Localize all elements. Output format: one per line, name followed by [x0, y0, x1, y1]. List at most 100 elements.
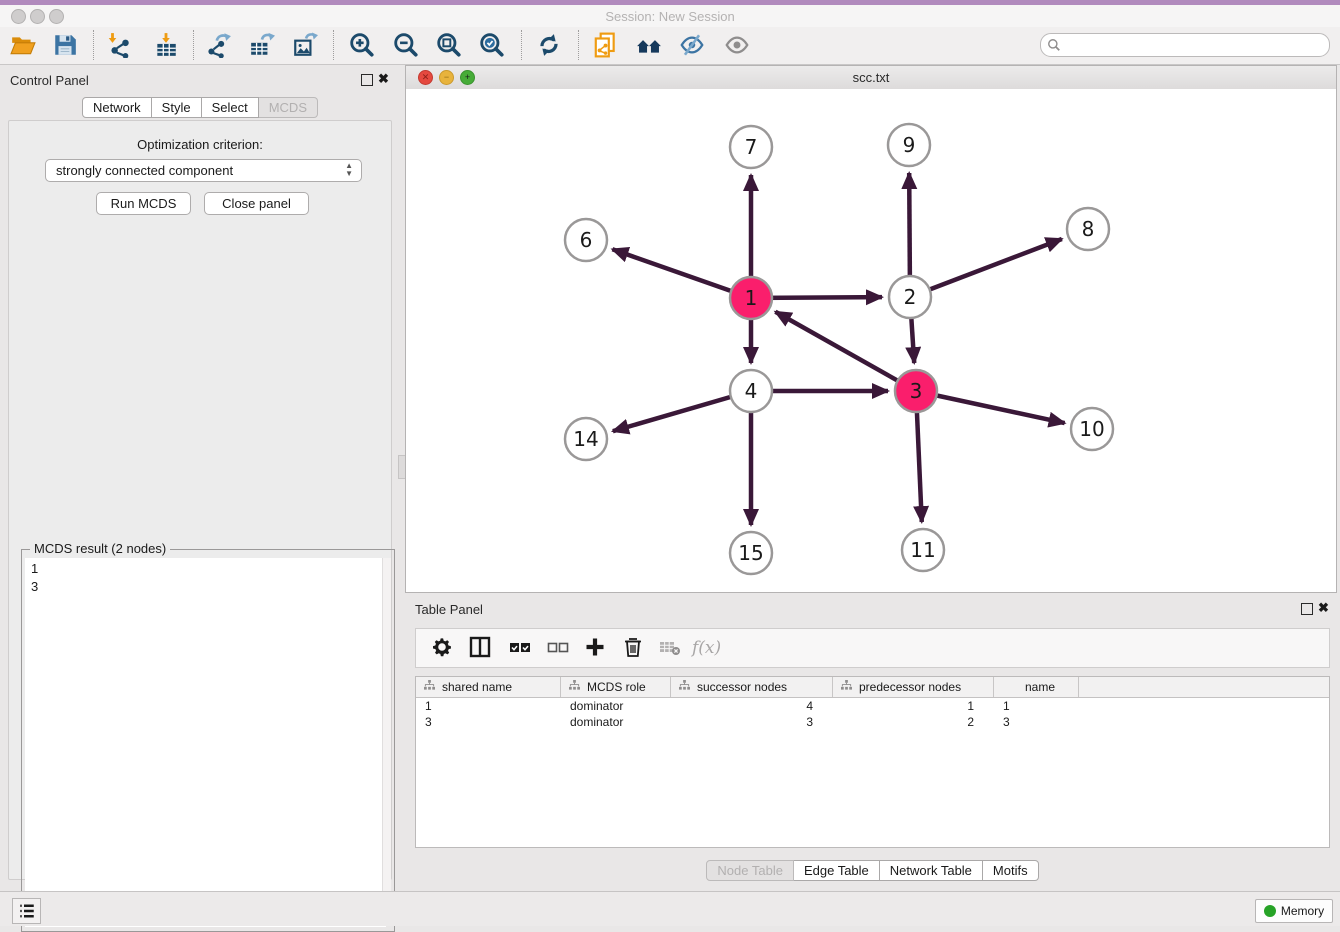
optimization-criterion-label: Optimization criterion:: [9, 137, 391, 152]
hierarchy-icon: [424, 680, 435, 694]
toolbar-separator: [521, 30, 522, 60]
export-image-icon[interactable]: [292, 32, 318, 58]
unselect-all-columns-icon[interactable]: [544, 635, 572, 663]
node-4[interactable]: 4: [730, 370, 772, 412]
apply-layout-icon[interactable]: [536, 32, 562, 58]
new-network-from-selection-icon[interactable]: [592, 32, 618, 58]
select-stepper-icon: ▲▼: [345, 162, 353, 178]
double-home-icon[interactable]: [636, 32, 662, 58]
export-table-icon[interactable]: [249, 32, 275, 58]
cell-predecessor-nodes[interactable]: 1: [833, 698, 994, 714]
mcds-result-line: 1: [31, 560, 386, 578]
task-list-icon: [18, 902, 36, 920]
table-panel: Table Panel ✖ f(x) shared nameMCDS roles…: [405, 600, 1340, 888]
control-panel-title: Control Panel: [10, 73, 89, 88]
table-tab-motifs[interactable]: Motifs: [983, 860, 1039, 881]
table-body: 1dominator4113dominator323: [416, 698, 1329, 730]
zoom-selected-icon[interactable]: [479, 32, 505, 58]
import-network-icon[interactable]: [106, 32, 132, 58]
node-7[interactable]: 7: [730, 126, 772, 168]
svg-text:11: 11: [910, 538, 935, 562]
mcds-panel: Optimization criterion: strongly connect…: [8, 120, 392, 880]
function-builder-icon[interactable]: f(x): [692, 635, 720, 663]
cell-name[interactable]: 3: [994, 714, 1079, 730]
add-column-icon[interactable]: [581, 635, 609, 663]
memory-button[interactable]: Memory: [1255, 899, 1333, 923]
float-table-panel-icon[interactable]: [1301, 603, 1313, 615]
node-11[interactable]: 11: [902, 529, 944, 571]
tab-mcds[interactable]: MCDS: [259, 97, 318, 118]
node-8[interactable]: 8: [1067, 208, 1109, 250]
tab-select[interactable]: Select: [202, 97, 259, 118]
table-tab-edge-table[interactable]: Edge Table: [794, 860, 880, 881]
close-panel-button[interactable]: Close panel: [204, 192, 309, 215]
svg-text:8: 8: [1082, 217, 1095, 241]
column-header-label: successor nodes: [697, 680, 787, 694]
close-panel-icon[interactable]: ✖: [378, 73, 389, 85]
network-canvas[interactable]: 7 9 6 8 1 2 4 3 14 10 15 11: [406, 89, 1336, 592]
cell-mcds-role[interactable]: dominator: [561, 698, 671, 714]
column-header-predecessor-nodes[interactable]: predecessor nodes: [833, 677, 994, 697]
delete-column-icon[interactable]: [619, 635, 647, 663]
toolbar-separator: [193, 30, 194, 60]
node-6[interactable]: 6: [565, 219, 607, 261]
node-3[interactable]: 3: [895, 370, 937, 412]
result-scrollbar[interactable]: [382, 558, 391, 925]
column-header-name[interactable]: name: [994, 677, 1079, 697]
zoom-in-icon[interactable]: [349, 32, 375, 58]
tab-network[interactable]: Network: [82, 97, 152, 118]
cell-shared-name[interactable]: 3: [416, 714, 561, 730]
zoom-out-icon[interactable]: [393, 32, 419, 58]
node-14[interactable]: 14: [565, 418, 607, 460]
column-header-label: predecessor nodes: [859, 680, 961, 694]
import-table-icon[interactable]: [153, 32, 179, 58]
run-mcds-button[interactable]: Run MCDS: [96, 192, 191, 215]
table-row[interactable]: 1dominator411: [416, 698, 1329, 714]
float-panel-icon[interactable]: [361, 74, 373, 86]
hierarchy-icon: [679, 680, 690, 694]
column-header-shared-name[interactable]: shared name: [416, 677, 561, 697]
export-network-icon[interactable]: [206, 32, 232, 58]
node-2[interactable]: 2: [889, 276, 931, 318]
edge-3-10[interactable]: [916, 391, 1065, 423]
toolbar-separator: [578, 30, 579, 60]
node-10[interactable]: 10: [1071, 408, 1113, 450]
show-columns-icon[interactable]: [466, 635, 494, 663]
hide-selected-icon[interactable]: [679, 32, 705, 58]
column-header-label: MCDS role: [587, 680, 646, 694]
cell-successor-nodes[interactable]: 4: [671, 698, 833, 714]
save-session-icon[interactable]: [52, 32, 78, 58]
toolbar-separator: [93, 30, 94, 60]
cell-shared-name[interactable]: 1: [416, 698, 561, 714]
edge-2-8[interactable]: [910, 239, 1062, 297]
column-header-label: name: [1025, 680, 1055, 694]
open-session-icon[interactable]: [10, 32, 36, 58]
mcds-result-list[interactable]: 13: [25, 558, 386, 927]
delete-table-icon[interactable]: [656, 635, 684, 663]
column-header-mcds-role[interactable]: MCDS role: [561, 677, 671, 697]
cell-predecessor-nodes[interactable]: 2: [833, 714, 994, 730]
cell-mcds-role[interactable]: dominator: [561, 714, 671, 730]
node-9[interactable]: 9: [888, 124, 930, 166]
show-all-icon[interactable]: [724, 32, 750, 58]
task-history-button[interactable]: [12, 898, 41, 924]
search-input[interactable]: [1065, 35, 1324, 55]
edge-3-1[interactable]: [775, 312, 916, 391]
cell-name[interactable]: 1: [994, 698, 1079, 714]
svg-text:10: 10: [1079, 417, 1104, 441]
column-header-successor-nodes[interactable]: successor nodes: [671, 677, 833, 697]
table-row[interactable]: 3dominator323: [416, 714, 1329, 730]
main-toolbar: [0, 27, 1340, 65]
optimization-criterion-select[interactable]: strongly connected component ▲▼: [45, 159, 362, 182]
table-options-gear-icon[interactable]: [428, 635, 456, 663]
node-15[interactable]: 15: [730, 532, 772, 574]
table-tab-node-table[interactable]: Node Table: [706, 860, 794, 881]
tab-style[interactable]: Style: [152, 97, 202, 118]
close-table-panel-icon[interactable]: ✖: [1318, 602, 1329, 614]
memory-status-icon: [1264, 905, 1276, 917]
table-tab-network-table[interactable]: Network Table: [880, 860, 983, 881]
node-1[interactable]: 1: [730, 277, 772, 319]
select-all-columns-icon[interactable]: [506, 635, 534, 663]
cell-successor-nodes[interactable]: 3: [671, 714, 833, 730]
zoom-fit-icon[interactable]: [436, 32, 462, 58]
